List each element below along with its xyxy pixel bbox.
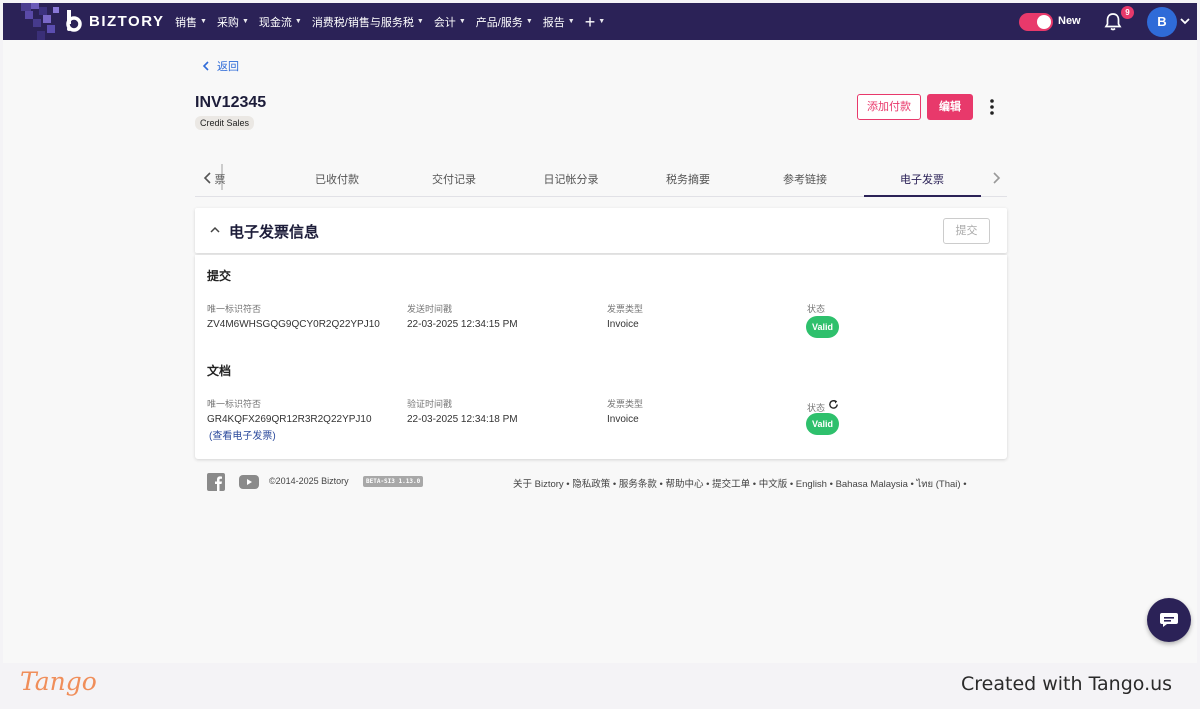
tab-reference-links[interactable]: 参考链接	[750, 171, 860, 187]
biztory-logo[interactable]: BIZTORY	[65, 10, 165, 32]
logo-text: BIZTORY	[89, 12, 165, 30]
menu-quick-add[interactable]: + ▼	[585, 13, 605, 31]
back-label: 返回	[217, 61, 239, 73]
menu-accounting[interactable]: 会计 ▼	[434, 14, 466, 30]
view-e-invoice-link[interactable]: (查看电子发票)	[209, 427, 276, 442]
new-ui-toggle[interactable]	[1019, 13, 1053, 31]
chevron-up-icon[interactable]	[209, 224, 221, 236]
submission-type-label: 发票类型	[607, 304, 644, 314]
menu-label: 会计	[433, 16, 456, 29]
submission-time-label: 发送时间戳	[407, 304, 453, 314]
top-navbar: BIZTORY 销售 ▼ 采购 ▼ 现金流 ▼ 消费税/销售与服务税 ▼ 会计 ▼ 产品/…	[3, 3, 1197, 40]
menu-label: 产品/服务	[475, 16, 523, 29]
facebook-icon[interactable]	[207, 473, 225, 491]
tango-logo: Tango	[20, 667, 97, 696]
tab-journal-entries[interactable]: 日记帐分录	[516, 171, 626, 187]
plus-icon: +	[584, 11, 596, 32]
tab-payments-received[interactable]: 已收付款	[282, 171, 392, 187]
document-time: 22-03-2025 12:34:18 PM	[407, 414, 518, 425]
refresh-icon[interactable]	[828, 399, 839, 410]
copyright-text: ©2014-2025 Biztory	[269, 476, 349, 486]
caret-down-icon: ▼	[525, 18, 533, 25]
e-invoice-card-header: 电子发票信息 提交	[195, 208, 1007, 253]
document-time-label: 验证时间戳	[407, 399, 453, 409]
menu-purchases[interactable]: 采购 ▼	[217, 14, 249, 30]
menu-label: 消费税/销售与服务税	[311, 16, 414, 29]
more-options-icon[interactable]	[985, 97, 999, 117]
submission-time: 22-03-2025 12:34:15 PM	[407, 319, 518, 330]
status-badge: Valid	[806, 316, 839, 338]
tab-delivery-records[interactable]: 交付记录	[399, 171, 509, 187]
toggle-label: New	[1058, 15, 1081, 27]
chevron-right-icon[interactable]	[989, 171, 1003, 185]
tab-invoice[interactable]: 票	[165, 171, 275, 187]
logo-mark-icon	[66, 10, 82, 32]
chevron-left-icon	[202, 61, 209, 71]
edit-button[interactable]: 编辑	[927, 94, 973, 120]
submission-type: Invoice	[607, 319, 639, 330]
tango-credit: Created with Tango.us	[961, 673, 1173, 695]
submission-uid-label: 唯一标识符否	[207, 304, 262, 314]
version-badge: BETA-SI3 1.13.0	[363, 476, 424, 487]
caret-down-icon: ▼	[458, 18, 466, 25]
submission-status-label: 状态	[807, 304, 826, 314]
caret-down-icon: ▼	[200, 18, 207, 25]
main-menu: 销售 ▼ 采购 ▼ 现金流 ▼ 消费税/销售与服务税 ▼ 会计 ▼ 产品/服务 ▼ 报告 ▼ …	[175, 3, 605, 40]
menu-cashflow[interactable]: 现金流 ▼	[259, 14, 302, 30]
menu-label: 报告	[542, 16, 565, 29]
submission-section-title: 提交	[207, 269, 232, 283]
menu-products[interactable]: 产品/服务 ▼	[476, 14, 533, 30]
document-type-label: 发票类型	[607, 399, 644, 409]
tab-bar: 票 已收付款 交付记录 日记帐分录 税务摘要 参考链接 电子发票	[195, 161, 1007, 197]
menu-label: 现金流	[258, 16, 292, 29]
caret-down-icon: ▼	[294, 18, 302, 25]
menu-sst[interactable]: 消费税/销售与服务税 ▼	[312, 14, 424, 30]
menu-label: 采购	[216, 16, 239, 29]
document-uid-label: 唯一标识符否	[207, 399, 262, 409]
caret-down-icon: ▼	[416, 18, 424, 25]
bell-icon[interactable]	[1103, 12, 1123, 32]
menu-label: 销售	[175, 16, 197, 29]
document-uid: GR4KQFX269QR12R3R2Q22YPJ10	[207, 414, 372, 425]
notification-count-badge: 9	[1121, 6, 1134, 19]
menu-reports[interactable]: 报告 ▼	[543, 14, 575, 30]
add-payment-button[interactable]: 添加付款	[857, 94, 921, 120]
back-link[interactable]: 返回	[201, 58, 239, 74]
status-badge: Valid	[806, 413, 839, 435]
card-title: 电子发票信息	[229, 224, 320, 241]
tab-tax-summary[interactable]: 税务摘要	[633, 171, 743, 187]
active-tab-indicator	[864, 195, 981, 197]
avatar[interactable]: B	[1147, 7, 1177, 37]
chat-button[interactable]	[1147, 598, 1191, 642]
e-invoice-card-body: 提交 唯一标识符否 ZV4M6WHSGQG9QCY0R2Q22YPJ10 发送时…	[195, 255, 1007, 459]
document-type: Invoice	[607, 414, 639, 425]
document-section-title: 文档	[207, 364, 232, 378]
menu-sales[interactable]: 销售 ▼	[175, 14, 207, 30]
chevron-down-icon[interactable]	[1179, 15, 1191, 27]
caret-down-icon: ▼	[241, 18, 249, 25]
tab-e-invoice[interactable]: 电子发票	[867, 171, 977, 187]
caret-down-icon: ▼	[567, 18, 575, 25]
chat-icon	[1160, 613, 1178, 627]
invoice-type-tag: Credit Sales	[195, 116, 255, 130]
app-window: BIZTORY 销售 ▼ 采购 ▼ 现金流 ▼ 消费税/销售与服务税 ▼ 会计 ▼ 产品/…	[3, 3, 1197, 663]
youtube-icon[interactable]	[239, 474, 259, 490]
brand-pixel-pattern	[3, 3, 63, 40]
submission-uid: ZV4M6WHSGQG9QCY0R2Q22YPJ10	[207, 319, 380, 330]
submit-button[interactable]: 提交	[943, 218, 990, 244]
caret-down-icon: ▼	[598, 18, 606, 25]
footer-links[interactable]: 关于 Biztory • 隐私政策 • 服务条款 • 帮助中心 • 提交工单 •…	[513, 476, 967, 492]
invoice-number: INV12345	[195, 94, 267, 111]
